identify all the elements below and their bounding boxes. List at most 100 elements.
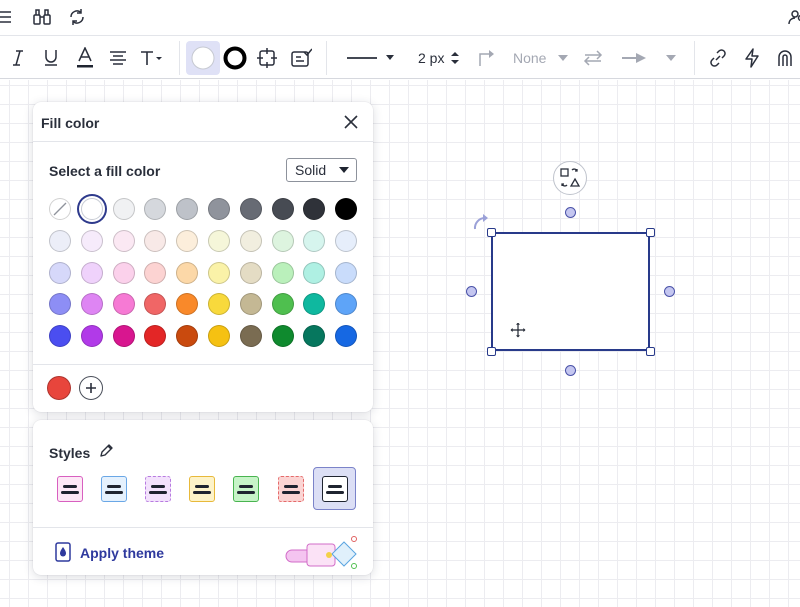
color-swatch[interactable] <box>335 198 358 220</box>
menu-icon[interactable] <box>0 4 18 30</box>
color-swatch[interactable] <box>271 293 294 316</box>
color-swatch[interactable] <box>208 325 230 348</box>
connector-icon[interactable] <box>474 41 500 75</box>
color-swatch[interactable] <box>176 293 199 316</box>
color-swatch[interactable] <box>80 229 103 252</box>
color-swatch[interactable] <box>80 325 103 348</box>
color-swatch[interactable] <box>144 261 167 284</box>
resize-handle-top-right[interactable] <box>646 228 655 237</box>
color-swatch[interactable] <box>271 325 294 348</box>
format-toolbar: 2 px None <box>0 37 800 79</box>
style-preset-yellow[interactable] <box>189 476 215 502</box>
resize-handle-bottom-left[interactable] <box>487 347 496 356</box>
style-preset-purple-dashed[interactable] <box>145 476 171 502</box>
line-end-value: None <box>513 50 547 66</box>
style-preset-green[interactable] <box>233 476 259 502</box>
fill-panel-title: Fill color <box>41 115 100 131</box>
color-swatch[interactable] <box>208 261 230 284</box>
color-swatch[interactable] <box>239 325 262 348</box>
color-swatch[interactable] <box>176 198 199 220</box>
add-color-button[interactable] <box>79 376 103 400</box>
quick-actions-button[interactable] <box>553 161 587 195</box>
text-style-icon[interactable] <box>139 41 165 75</box>
color-swatch[interactable] <box>335 229 358 252</box>
resize-handle-bottom-right[interactable] <box>646 347 655 356</box>
color-swatch[interactable] <box>239 229 262 252</box>
color-swatch[interactable] <box>271 261 294 284</box>
connection-point-right[interactable] <box>664 286 675 297</box>
color-swatch[interactable] <box>49 325 71 348</box>
color-swatch[interactable] <box>144 325 167 348</box>
color-swatch[interactable] <box>112 198 135 220</box>
color-swatch[interactable] <box>208 293 230 316</box>
color-swatch[interactable] <box>144 198 167 220</box>
color-swatch[interactable] <box>112 229 135 252</box>
arrow-end-icon[interactable] <box>612 41 682 75</box>
rotate-handle-icon[interactable] <box>471 212 491 232</box>
color-swatch[interactable] <box>239 261 262 284</box>
toolbar-divider <box>326 41 327 75</box>
line-end-select[interactable]: None <box>505 41 575 75</box>
line-style-icon[interactable] <box>342 41 397 75</box>
color-swatch[interactable] <box>303 261 326 284</box>
color-swatch[interactable] <box>80 198 103 220</box>
style-preset-red-dashed[interactable] <box>278 476 304 502</box>
pencil-icon[interactable] <box>99 444 115 460</box>
color-swatch[interactable] <box>335 325 358 348</box>
style-preset-blue[interactable] <box>101 476 127 502</box>
users-icon[interactable] <box>784 4 800 30</box>
line-width-select[interactable]: 2 px <box>409 41 465 75</box>
color-swatch[interactable] <box>208 198 230 220</box>
apply-theme-button[interactable]: Apply theme <box>33 527 373 575</box>
color-swatch[interactable] <box>80 293 103 316</box>
close-icon[interactable] <box>341 112 361 132</box>
color-swatch[interactable] <box>271 229 294 252</box>
color-swatch[interactable] <box>239 293 262 316</box>
no-fill-swatch[interactable] <box>49 198 71 220</box>
refresh-icon[interactable] <box>64 4 90 30</box>
text-color-icon[interactable] <box>73 41 97 75</box>
color-swatch[interactable] <box>303 229 326 252</box>
color-swatch[interactable] <box>49 261 71 284</box>
color-swatch[interactable] <box>176 325 199 348</box>
magnet-icon[interactable] <box>772 41 798 75</box>
color-swatch[interactable] <box>112 293 135 316</box>
color-swatch[interactable] <box>176 261 199 284</box>
fill-color-panel: Fill color Select a fill color Solid <box>33 102 373 412</box>
border-color-icon[interactable] <box>220 41 250 75</box>
swap-icon[interactable] <box>580 41 606 75</box>
color-swatch[interactable] <box>335 261 358 284</box>
fill-mode-select[interactable]: Solid <box>286 158 357 182</box>
link-icon[interactable] <box>705 41 731 75</box>
color-swatch[interactable] <box>303 325 326 348</box>
color-swatch[interactable] <box>271 198 294 220</box>
color-swatch[interactable] <box>208 229 230 252</box>
lightning-icon[interactable] <box>739 41 765 75</box>
color-swatch[interactable] <box>144 293 167 316</box>
apply-theme-label: Apply theme <box>80 545 165 561</box>
color-swatch[interactable] <box>176 229 199 252</box>
style-preset-outline[interactable] <box>322 476 348 502</box>
color-swatch[interactable] <box>335 293 358 316</box>
color-swatch[interactable] <box>144 229 167 252</box>
color-swatch[interactable] <box>303 293 326 316</box>
color-swatch[interactable] <box>303 198 326 220</box>
crop-icon[interactable] <box>254 41 280 75</box>
italic-icon[interactable] <box>6 41 30 75</box>
color-swatch[interactable] <box>49 229 71 252</box>
connection-point-bottom[interactable] <box>565 365 576 376</box>
color-swatch[interactable] <box>112 261 135 284</box>
connection-point-top[interactable] <box>565 207 576 218</box>
style-preset-pink[interactable] <box>57 476 83 502</box>
color-swatch[interactable] <box>80 261 103 284</box>
underline-icon[interactable] <box>39 41 63 75</box>
color-swatch[interactable] <box>239 198 262 220</box>
connection-point-left[interactable] <box>466 286 477 297</box>
fill-color-icon[interactable] <box>186 41 220 75</box>
binoculars-icon[interactable] <box>29 4 55 30</box>
color-swatch[interactable] <box>112 325 135 348</box>
checklist-icon[interactable] <box>288 41 314 75</box>
color-swatch[interactable] <box>49 293 71 316</box>
align-center-icon[interactable] <box>106 41 130 75</box>
custom-color-swatch[interactable] <box>47 376 71 400</box>
